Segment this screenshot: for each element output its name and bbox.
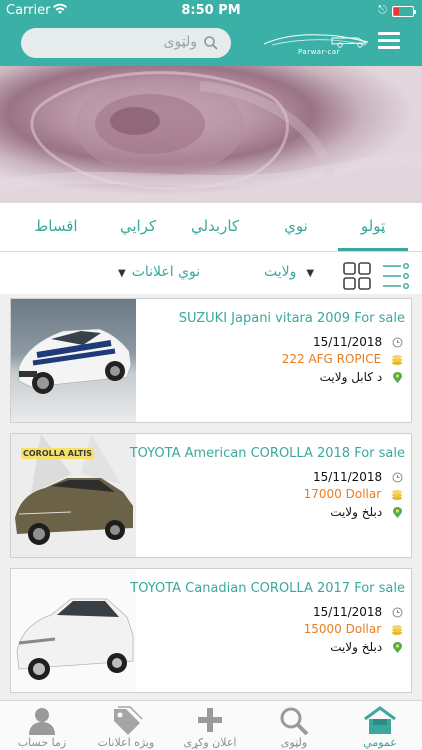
battery-icon [392, 6, 416, 17]
listing-date: 15/11/2018 [313, 605, 403, 619]
listing-location: دبلخ ولایت [330, 505, 403, 519]
app-screen: Carrier 8:50 PM ⎋ ولټوی Parwar-car ټولو … [0, 0, 422, 750]
plus-icon [198, 708, 222, 732]
listing-location: دبلخ ولایت [330, 640, 403, 654]
tag-icon [114, 706, 143, 735]
listing-card[interactable]: TOYOTA Canadian COROLLA 2017 For sale 15… [10, 568, 412, 693]
filter-bar: ▼ نوي اعلانات ولایت ▼ [0, 252, 422, 294]
province-filter[interactable]: ولایت ▼ [264, 264, 314, 280]
listing-title: TOYOTA American COROLLA 2018 For sale [129, 446, 405, 461]
tab-rental[interactable]: کرايي [110, 217, 166, 235]
grid-view-icon[interactable] [343, 262, 371, 290]
listing-card[interactable]: COROLLA ALTIS TOYOTA American COROLLA 20… [10, 433, 412, 558]
nav-account[interactable]: زما حساب [0, 701, 84, 750]
nav-home[interactable]: عمومي [338, 701, 422, 750]
listing-card[interactable]: SUZUKI Japani vitara 2009 For sale 15/11… [10, 298, 412, 423]
category-tabs: ټولو نوي کاربدلي کرايي اقساط [0, 202, 422, 252]
ad-type-filter[interactable]: ▼ نوي اعلانات [118, 264, 200, 280]
coins-icon [392, 624, 402, 635]
home-icon [364, 706, 396, 734]
listing-price: 15000 Dollar [304, 622, 403, 636]
province-label: ولایت [264, 264, 297, 280]
listing-photo: COROLLA ALTIS [11, 434, 136, 557]
map-pin-icon [393, 371, 402, 383]
rose-image [0, 71, 422, 192]
logo-text: Parwar-car [298, 48, 341, 56]
listing-title: TOYOTA Canadian COROLLA 2017 For sale [130, 581, 405, 596]
tab-installments[interactable]: اقساط [30, 217, 82, 235]
status-time: 8:50 PM [181, 3, 241, 18]
clock-icon [392, 607, 403, 618]
app-header: Carrier 8:50 PM ⎋ ولټوی Parwar-car [0, 0, 422, 66]
nav-search[interactable]: ولټوی [252, 701, 336, 750]
listing-photo [11, 299, 136, 422]
chevron-down-icon: ▼ [118, 268, 126, 279]
lock-rotation-icon: ⎋ [378, 3, 387, 16]
listing-date: 15/11/2018 [313, 470, 403, 484]
map-pin-icon [393, 506, 402, 518]
nav-post-ad-label: اعلان وکړی [183, 736, 237, 749]
nav-post-ad[interactable]: اعلان وکړی [168, 701, 252, 750]
hero-banner-image [0, 66, 422, 202]
listing-price: 17000 Dollar [304, 487, 403, 501]
tab-used[interactable]: کاربدلي [180, 217, 250, 235]
white-sports-car-image [18, 328, 132, 394]
listing-price: 222 AFG ROPICE [282, 352, 403, 366]
nav-featured-label: ويژه اعلانات [97, 736, 155, 749]
tab-new[interactable]: نوي [270, 217, 322, 235]
listing-photo [11, 569, 136, 692]
search-input[interactable]: ولټوی [21, 28, 231, 58]
clock-icon [392, 337, 403, 348]
tab-all[interactable]: ټولو [338, 217, 408, 235]
active-tab-indicator [338, 248, 408, 251]
listing-date: 15/11/2018 [313, 335, 403, 349]
image-caption: COROLLA ALTIS [21, 448, 94, 459]
nav-account-label: زما حساب [17, 736, 67, 749]
map-pin-icon [393, 641, 402, 653]
clock-icon [392, 472, 403, 483]
list-view-icon[interactable] [382, 263, 410, 289]
chevron-down-icon: ▼ [306, 268, 315, 279]
listing-location: د کابل ولایت [320, 370, 403, 384]
white-corolla-image [16, 598, 134, 680]
nav-search-label: ولټوی [280, 736, 308, 749]
nav-home-label: عمومي [363, 736, 397, 749]
ad-type-label: نوي اعلانات [131, 264, 201, 280]
status-bar: Carrier 8:50 PM ⎋ [0, 0, 422, 22]
listing-title: SUZUKI Japani vitara 2009 For sale [178, 311, 405, 326]
bottom-tab-bar: زما حساب ويژه اعلانات اعلان وکړی ولټوی ع… [0, 700, 422, 750]
coins-icon [392, 354, 402, 365]
search-icon [280, 707, 309, 735]
menu-button[interactable] [378, 32, 400, 50]
menu-icon [378, 32, 400, 35]
coins-icon [392, 489, 402, 500]
nav-featured[interactable]: ويژه اعلانات [84, 701, 168, 750]
search-icon [204, 36, 218, 50]
person-icon [29, 708, 55, 735]
search-placeholder: ولټوی [163, 34, 197, 50]
app-logo: Parwar-car [262, 30, 372, 58]
